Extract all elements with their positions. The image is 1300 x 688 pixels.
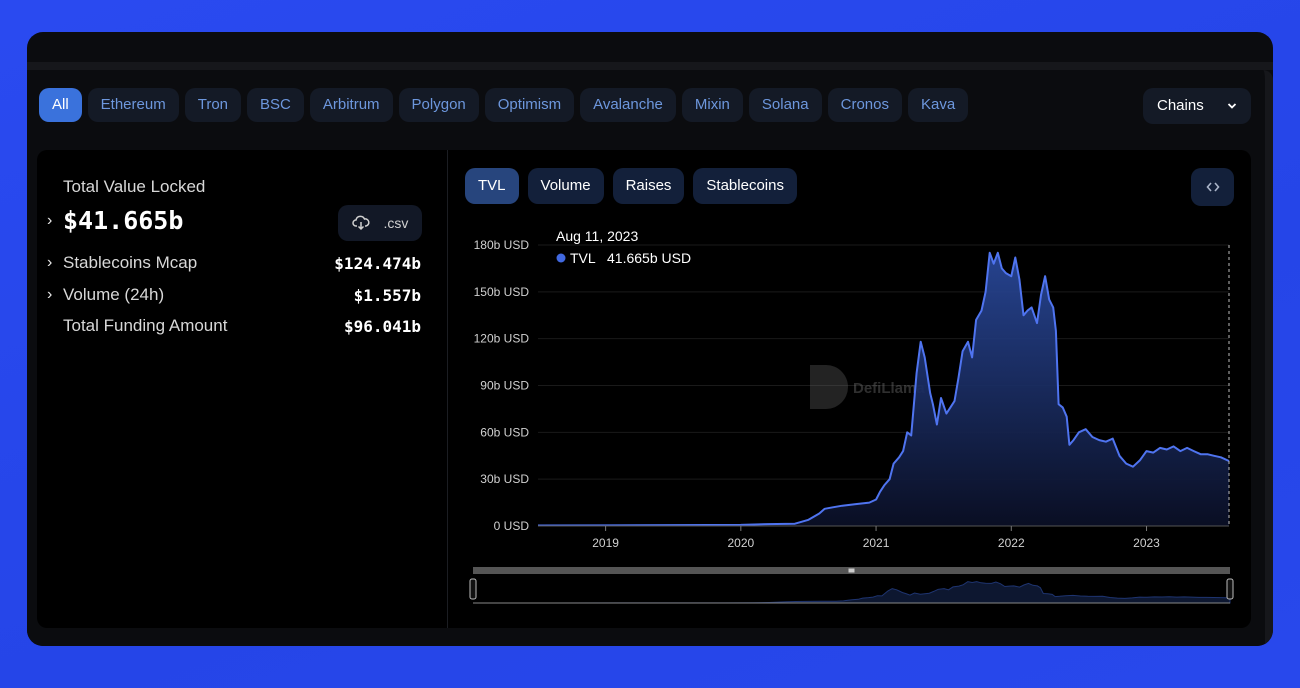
- stat-value: $124.474b: [334, 253, 421, 273]
- chevron-right-icon: ›: [47, 254, 53, 271]
- stat-label: Total Funding Amount: [47, 316, 227, 336]
- stat-label: › Stablecoins Mcap: [47, 253, 197, 273]
- chevron-right-icon: ›: [47, 211, 53, 229]
- stat-label-text: Total Funding Amount: [63, 316, 228, 335]
- header-band: [27, 62, 1273, 70]
- tvl-toggle[interactable]: › $41.665b: [47, 206, 183, 235]
- chain-chip-optimism[interactable]: Optimism: [484, 88, 575, 122]
- app-window: All Ethereum Tron BSC Arbitrum Polygon Optimis…: [27, 32, 1273, 646]
- download-csv-button[interactable]: .csv: [338, 205, 422, 241]
- chain-chip-bsc[interactable]: BSC: [247, 88, 304, 122]
- chains-dropdown[interactable]: Chains: [1143, 88, 1251, 124]
- content-area: All Ethereum Tron BSC Arbitrum Polygon Optimis…: [27, 70, 1273, 646]
- slider-preview-area: [473, 581, 1231, 604]
- tooltip-value: 41.665b USD: [607, 250, 691, 266]
- slider-handle-left[interactable]: [469, 578, 477, 600]
- chevron-right-icon: ›: [47, 286, 53, 303]
- zoom-slider[interactable]: [469, 567, 1234, 604]
- stat-row-total-funding-amount: Total Funding Amount $96.041b: [47, 316, 421, 336]
- y-tick-label: 30b USD: [480, 472, 529, 486]
- y-tick-label: 120b USD: [474, 332, 530, 346]
- overview-card: Total Value Locked › $41.665b .csv › Stab…: [37, 150, 1251, 628]
- x-tick-label: 2023: [1133, 536, 1160, 550]
- slider-grip-icon: [848, 568, 855, 573]
- chain-chip-all[interactable]: All: [39, 88, 82, 122]
- y-tick-label: 90b USD: [480, 379, 529, 393]
- slider-handle-right[interactable]: [1226, 578, 1234, 600]
- chain-chip-arbitrum[interactable]: Arbitrum: [309, 88, 393, 122]
- x-tick-label: 2019: [592, 536, 619, 550]
- stat-label-text: Stablecoins Mcap: [63, 253, 198, 272]
- chain-chip-ethereum[interactable]: Ethereum: [87, 88, 179, 122]
- tvl-value: $41.665b: [63, 206, 184, 235]
- tooltip-date: Aug 11, 2023: [556, 228, 638, 244]
- y-tick-label: 150b USD: [474, 285, 530, 299]
- tvl-chart[interactable]: 0 USD 30b USD 60b USD 90b USD 120b USD 150b U…: [448, 150, 1251, 628]
- tvl-label: Total Value Locked: [63, 177, 206, 196]
- chain-chip-kava[interactable]: Kava: [907, 88, 969, 122]
- chart-panel: TVL Volume Raises Stablecoins 0 USD 30b USD 6…: [448, 150, 1251, 628]
- stat-label-text: Volume (24h): [63, 285, 165, 304]
- stat-label: › Volume (24h): [47, 285, 164, 305]
- defillama-watermark: DefiLlama: [810, 365, 925, 409]
- y-tick-label: 0 USD: [494, 519, 530, 533]
- x-tick-label: 2021: [863, 536, 890, 550]
- stat-value: $96.041b: [343, 316, 421, 336]
- chain-chip-mixin[interactable]: Mixin: [681, 88, 743, 122]
- x-tick-label: 2022: [998, 536, 1025, 550]
- llama-logo-icon: [810, 365, 848, 409]
- chain-chip-tron[interactable]: Tron: [184, 88, 242, 122]
- chain-chip-avalanche[interactable]: Avalanche: [580, 88, 676, 122]
- chain-chip-solana[interactable]: Solana: [748, 88, 822, 122]
- chain-chip-polygon[interactable]: Polygon: [398, 88, 479, 122]
- stat-row-stablecoins-mcap[interactable]: › Stablecoins Mcap $124.474b: [47, 253, 421, 273]
- csv-label: .csv: [383, 215, 409, 231]
- summary-panel: Total Value Locked › $41.665b .csv › Stab…: [37, 150, 448, 628]
- cloud-download-icon: [351, 215, 370, 231]
- stat-row-volume-24h[interactable]: › Volume (24h) $1.557b: [47, 285, 421, 305]
- x-tick-label: 2020: [727, 536, 754, 550]
- chain-chip-cronos[interactable]: Cronos: [827, 88, 902, 122]
- tooltip-series: TVL: [570, 250, 596, 266]
- stat-value: $1.557b: [353, 285, 421, 305]
- chevron-down-icon: [1227, 103, 1237, 109]
- chains-dropdown-label: Chains: [1157, 97, 1204, 114]
- chain-filter-bar: All Ethereum Tron BSC Arbitrum Polygon Optimis…: [39, 88, 969, 124]
- y-tick-label: 180b USD: [474, 238, 530, 252]
- tooltip-series-dot: [556, 253, 566, 263]
- y-tick-label: 60b USD: [480, 425, 529, 439]
